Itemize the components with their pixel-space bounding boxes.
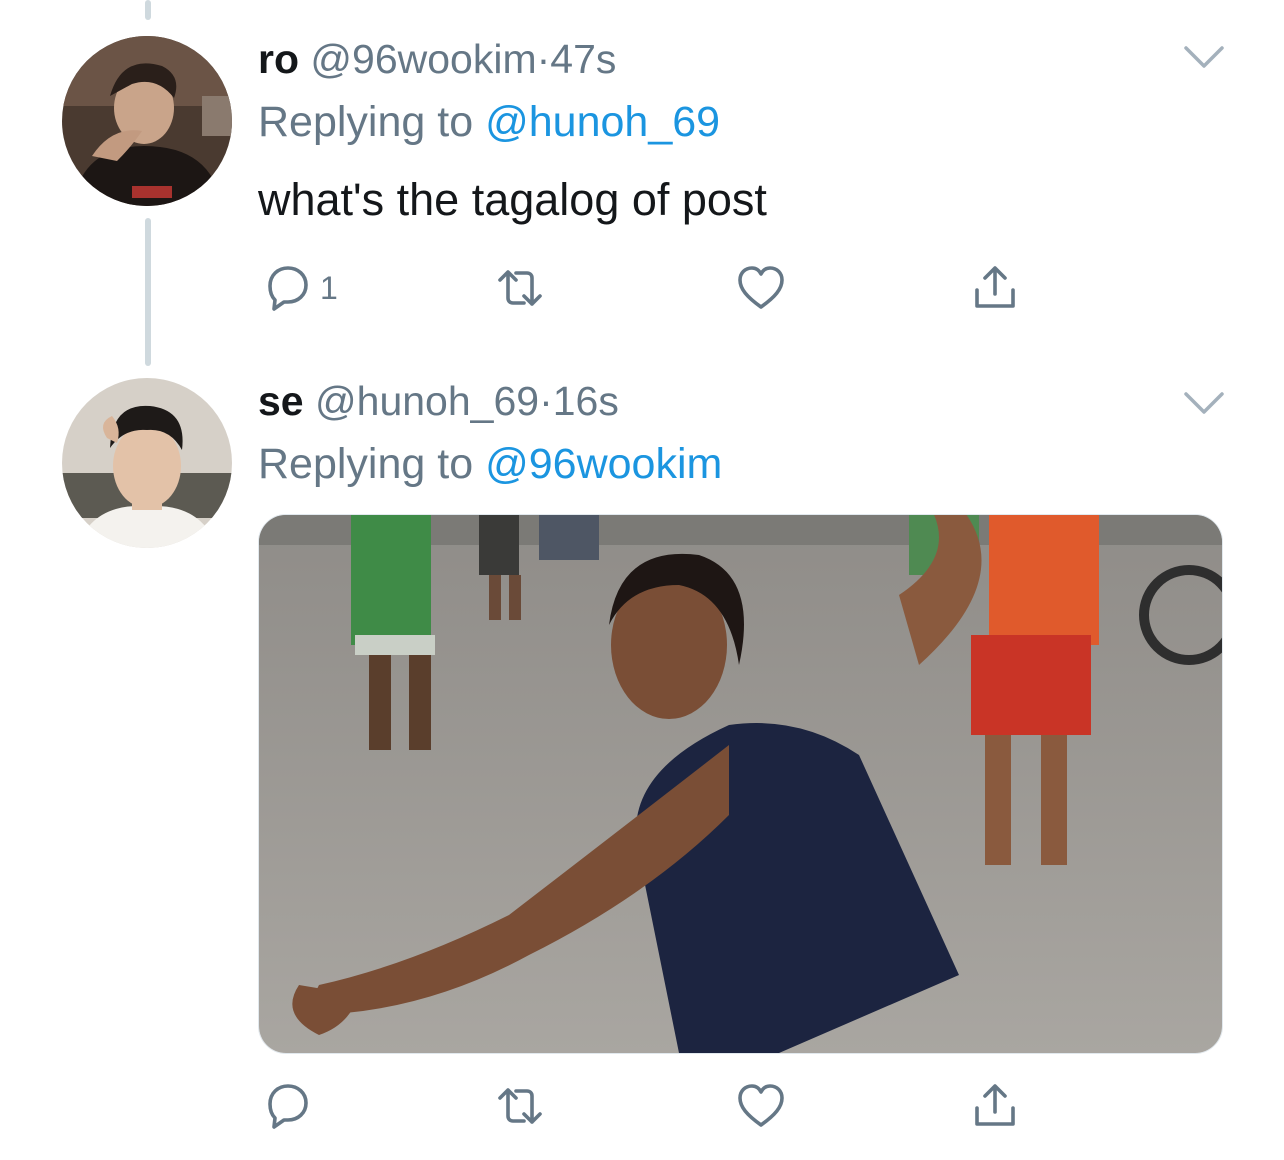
- share-button[interactable]: [969, 262, 1021, 314]
- retweet-button[interactable]: [494, 1080, 546, 1132]
- reply-button[interactable]: 1: [262, 262, 338, 314]
- avatar-photo-icon: [62, 36, 232, 206]
- retweet-icon: [498, 1088, 542, 1124]
- share-icon: [975, 1084, 1015, 1126]
- reply-icon: [268, 1084, 308, 1129]
- avatar-photo-icon: [62, 378, 232, 548]
- avatar[interactable]: [62, 36, 232, 206]
- retweet-button[interactable]: [494, 262, 546, 314]
- share-button[interactable]: [969, 1080, 1021, 1132]
- reply-mention-link[interactable]: @hunoh_69: [485, 98, 720, 146]
- replying-to: Replying to @hunoh_69: [258, 96, 720, 148]
- street-photo-image: [259, 515, 1222, 1053]
- timestamp[interactable]: 47s: [550, 36, 616, 82]
- display-name[interactable]: ro: [258, 36, 299, 82]
- like-button[interactable]: [735, 1080, 787, 1132]
- tweet-header: se @hunoh_69·16s: [258, 376, 619, 426]
- reply-count: 1: [320, 269, 338, 306]
- like-icon: [738, 266, 784, 309]
- reply-mention-link[interactable]: @96wookim: [485, 440, 722, 488]
- separator-dot: ·: [539, 378, 553, 424]
- tweet-header: ro @96wookim·47s: [258, 34, 616, 84]
- tweet-actions: [262, 1080, 1062, 1130]
- share-icon: [975, 266, 1015, 308]
- replying-to: Replying to @96wookim: [258, 438, 722, 490]
- tweet-text: what's the tagalog of post: [258, 174, 767, 225]
- tweet-actions: 1: [262, 262, 1062, 312]
- like-button[interactable]: [735, 262, 787, 314]
- display-name[interactable]: se: [258, 378, 304, 424]
- thread-line: [145, 218, 151, 366]
- tweet-photo[interactable]: [258, 514, 1223, 1054]
- chevron-down-icon[interactable]: [1182, 42, 1226, 72]
- avatar[interactable]: [62, 378, 232, 548]
- reply-icon: [268, 266, 308, 311]
- timestamp[interactable]: 16s: [553, 378, 619, 424]
- separator-dot: ·: [536, 36, 551, 82]
- replying-prefix: Replying to: [258, 98, 474, 146]
- chevron-down-icon[interactable]: [1182, 388, 1226, 418]
- reply-button[interactable]: [262, 1080, 314, 1132]
- retweet-icon: [498, 270, 542, 306]
- like-icon: [738, 1084, 784, 1127]
- user-handle[interactable]: @96wookim: [310, 36, 536, 82]
- thread-line-top: [145, 0, 151, 20]
- user-handle[interactable]: @hunoh_69: [315, 378, 539, 424]
- replying-prefix: Replying to: [258, 440, 474, 488]
